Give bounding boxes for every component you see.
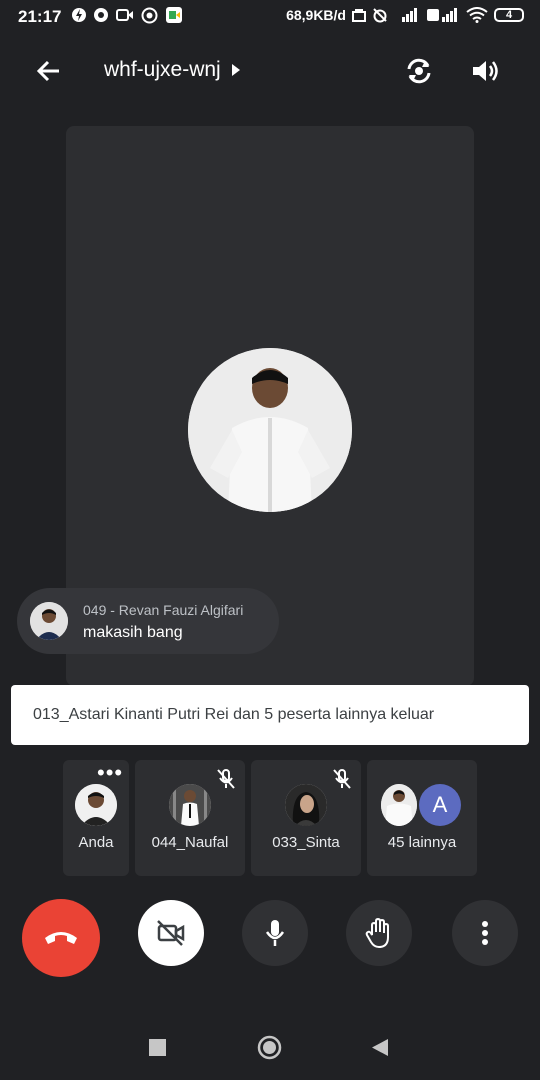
more-vert-icon [482,921,488,945]
notification-icons [72,6,183,24]
speaker-avatar [188,348,352,512]
speaker-icon [473,61,498,81]
back-nav-icon[interactable] [371,1038,389,1057]
video-icon [116,9,133,21]
avatar [75,784,117,826]
more-options-icon[interactable]: ••• [97,762,123,784]
wifi-icon [466,7,488,23]
more-options-button[interactable] [452,900,518,966]
participant-tile-naufal[interactable]: 044_Naufal [135,760,245,876]
avatar [169,784,211,826]
avatar [285,784,327,826]
mic-icon [265,920,285,946]
whatsapp-icon [141,7,158,23]
meet-icon [166,7,182,23]
participant-tile-sinta[interactable]: 033_Sinta [251,760,361,876]
chat-message-text: makasih bang [83,624,183,641]
avatar-letter: A [419,784,461,826]
back-button[interactable] [34,56,64,86]
switch-camera-button[interactable] [404,56,434,86]
participant-name: Anda [78,834,114,851]
battery-level: 4 [505,9,513,21]
others-photo [381,784,417,826]
bag-icon [352,9,366,22]
mic-off-icon [217,769,235,789]
home-icon[interactable] [257,1035,282,1060]
battery-icon: 4 [494,8,524,22]
chat-sender-avatar [30,602,68,640]
recents-icon[interactable] [149,1039,166,1056]
signal-volte-icon [427,8,457,22]
participant-name: 45 lainnya [387,834,457,851]
participant-name: 044_Naufal [151,834,229,851]
participant-name: 033_Sinta [272,834,340,851]
end-call-button[interactable] [22,899,100,977]
switch-camera-icon [407,58,431,84]
video-off-icon [157,920,185,946]
participants-left-toast: 013_Astari Kinanti Putri Rei dan 5 peser… [11,685,529,745]
naufal-photo [169,784,211,826]
avatar [381,784,417,826]
person-photo [188,348,352,512]
hand-icon [365,917,389,949]
meeting-title[interactable]: whf-ujxe-wnj [104,58,241,82]
meeting-code: whf-ujxe-wnj [104,58,221,81]
chat-sender-name: 049 - Revan Fauzi Algifari [83,602,244,618]
self-photo [75,784,117,826]
participant-tile-self[interactable]: ••• Anda [63,760,129,876]
chat-icon [94,8,108,22]
status-right: 68,9KB/d 4 [286,7,524,23]
alarm-off-icon [373,8,387,23]
camera-toggle-button[interactable] [138,900,204,966]
net-speed: 68,9KB/d [286,7,346,23]
sinta-photo [285,784,327,826]
phone-hangup-icon [45,932,77,944]
arrow-left-icon [36,60,59,82]
status-bar: 21:17 68,9KB/d 4 [0,0,540,34]
audio-output-button[interactable] [470,56,500,86]
participant-tile-others[interactable]: A 45 lainnya [367,760,477,876]
toast-text: 013_Astari Kinanti Putri Rei dan 5 peser… [33,706,435,723]
mic-off-icon [333,769,351,789]
signal-4g-icon [402,8,417,22]
system-nav-bar [0,1016,540,1080]
microphone-button[interactable] [242,900,308,966]
caret-right-icon [231,64,240,76]
bolt-icon [72,8,86,22]
raise-hand-button[interactable] [346,900,412,966]
chat-message-bubble[interactable]: 049 - Revan Fauzi Algifari makasih bang [17,588,279,654]
status-time: 21:17 [18,7,62,26]
sender-photo [30,602,68,640]
